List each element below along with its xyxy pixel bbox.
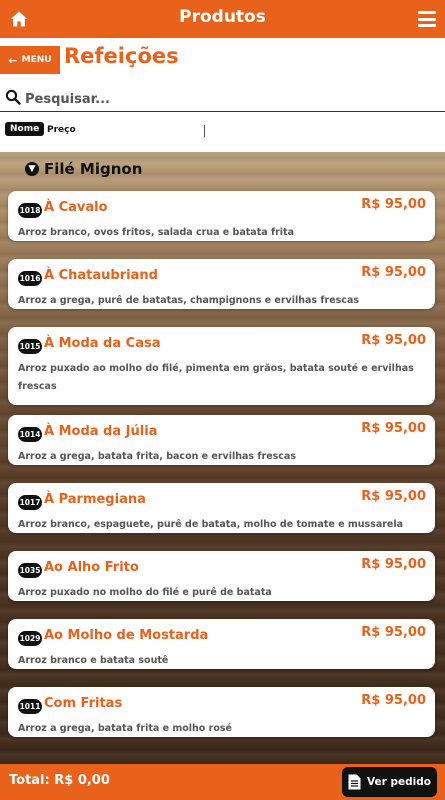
product-description: Arroz branco, espaguete, purê de batata,… [18,519,404,530]
sort-by-price-button[interactable]: Preço [47,125,76,135]
hamburger-icon[interactable] [418,11,436,27]
product-price: R$ 95,00 [361,625,426,640]
product-code-badge: 1029 [18,631,42,646]
product-price: R$ 95,00 [361,197,426,212]
category-header[interactable]: ▼ Filé Mignon [25,160,142,178]
bottom-bar: Total: R$ 0,00 Ver pedido [0,764,445,800]
menu-button-label: MENU [21,55,52,65]
app-title: Produtos [179,7,266,27]
product-card[interactable]: 1011 Com Fritas R$ 95,00 Arroz a grega, … [8,687,435,737]
product-code-badge: 1016 [18,271,42,286]
product-card[interactable]: 1035 Ao Alho Frito R$ 95,00 Arroz puxado… [8,551,435,601]
product-code-badge: 1035 [18,563,42,578]
search-icon [5,89,21,105]
product-name: À Moda da Júlia [44,424,158,439]
product-price: R$ 95,00 [361,557,426,572]
search-bar [0,84,445,112]
chevron-down-icon: ▼ [25,162,39,176]
sort-options: Nome Preço [0,119,445,145]
product-code-badge: 1011 [18,699,42,714]
product-description: Arroz a grega, batata frita, bacon e erv… [18,451,296,462]
order-total: Total: R$ 0,00 [9,773,110,788]
product-description: Arroz a grega, batata frita e molho rosé [18,723,232,734]
product-name: À Parmegiana [44,492,146,507]
product-name: Ao Molho de Mostarda [44,628,209,643]
product-description: Arroz puxado ao molho do filé, pimenta e… [18,363,414,392]
product-price: R$ 95,00 [361,421,426,436]
top-bar: Produtos [0,0,445,38]
product-name: À Moda da Casa [44,336,161,351]
product-list: ▼ Filé Mignon 1018 À Cavalo R$ 95,00 Arr… [0,152,445,764]
product-card[interactable]: 1015 À Moda da Casa R$ 95,00 Arroz puxad… [8,327,435,405]
page-title: Refeições [64,44,179,68]
product-card[interactable]: 1016 À Chataubriand R$ 95,00 Arroz a gre… [8,259,435,309]
product-code-badge: 1018 [18,203,42,218]
product-price: R$ 95,00 [361,693,426,708]
product-card[interactable]: 1014 À Moda da Júlia R$ 95,00 Arroz a gr… [8,415,435,465]
divider [204,125,205,137]
view-order-button[interactable]: Ver pedido [342,767,437,797]
search-input[interactable] [23,87,427,111]
category-name: Filé Mignon [44,160,143,178]
product-description: Arroz branco e batata soutê [18,655,169,666]
product-card[interactable]: 1018 À Cavalo R$ 95,00 Arroz branco, ovo… [8,191,435,241]
product-description: Arroz a grega, purê de batatas, champign… [18,295,360,306]
product-card[interactable]: 1029 Ao Molho de Mostarda R$ 95,00 Arroz… [8,619,435,669]
product-description: Arroz branco, ovos fritos, salada crua e… [18,227,294,238]
view-order-label: Ver pedido [367,776,431,788]
product-card[interactable]: 1017 À Parmegiana R$ 95,00 Arroz branco,… [8,483,435,533]
product-name: À Cavalo [44,200,108,215]
product-code-badge: 1017 [18,495,42,510]
document-icon [348,774,361,790]
product-name: Ao Alho Frito [44,560,139,575]
menu-back-button[interactable]: ← MENU [0,46,60,74]
product-price: R$ 95,00 [361,265,426,280]
product-name: À Chataubriand [44,268,158,283]
product-price: R$ 95,00 [361,489,426,504]
product-code-badge: 1015 [18,339,42,354]
product-code-badge: 1014 [18,427,42,442]
product-price: R$ 95,00 [361,333,426,348]
sort-by-name-button[interactable]: Nome [5,122,45,136]
product-name: Com Fritas [44,696,123,711]
product-description: Arroz puxado no molho do filé e purê de … [18,587,272,598]
arrow-left-icon: ← [8,53,18,67]
